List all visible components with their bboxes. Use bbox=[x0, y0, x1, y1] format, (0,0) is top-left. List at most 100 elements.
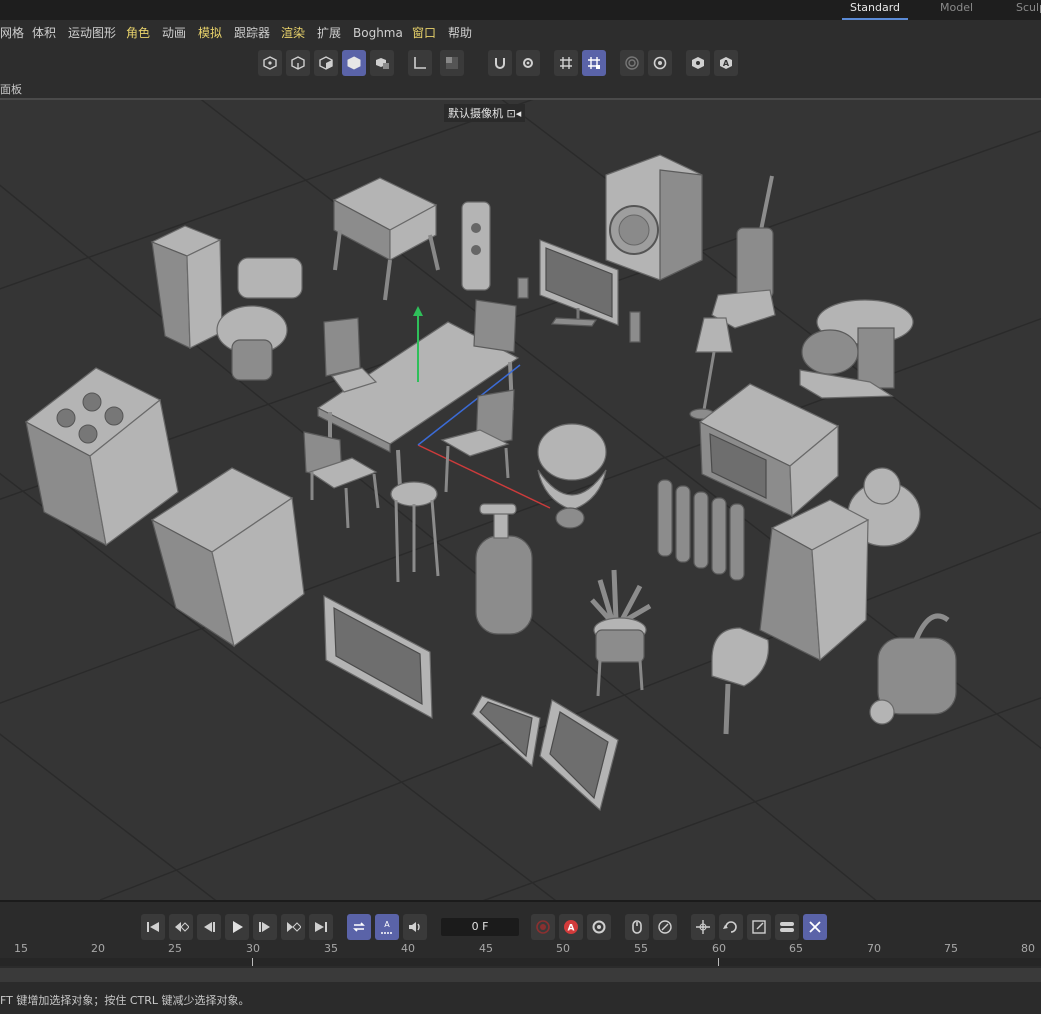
layout-tab-sculpt[interactable]: Sculp bbox=[1016, 0, 1041, 20]
loop-icon bbox=[353, 922, 365, 932]
view-button[interactable] bbox=[686, 50, 710, 76]
axis-button[interactable] bbox=[408, 50, 432, 76]
shower-cabinet-model[interactable] bbox=[150, 225, 223, 349]
texture-button[interactable] bbox=[440, 50, 464, 76]
prev-keyframe-button[interactable] bbox=[169, 914, 193, 940]
chair-model[interactable] bbox=[303, 431, 380, 529]
microwave-model[interactable] bbox=[698, 383, 840, 518]
go-to-start-button[interactable] bbox=[141, 914, 165, 940]
remote-control-model[interactable] bbox=[629, 311, 641, 343]
loop-button[interactable] bbox=[347, 914, 371, 940]
prev-frame-button[interactable] bbox=[197, 914, 221, 940]
panel-menu[interactable]: 面板 bbox=[0, 81, 22, 97]
edges-mode-button[interactable] bbox=[286, 50, 310, 76]
status-bar: FT 键增加选择对象；按住 CTRL 键减少选择对象。 bbox=[0, 990, 1041, 1014]
camera-label[interactable]: 默认摄像机 ⊡◂ bbox=[444, 104, 526, 122]
menu-animate[interactable]: 动画 bbox=[162, 20, 186, 46]
menu-simulate[interactable]: 模拟 bbox=[198, 20, 222, 46]
model-mode-icon bbox=[347, 56, 361, 70]
magnet-icon bbox=[495, 58, 505, 69]
table-lamp-model[interactable] bbox=[537, 423, 607, 529]
snap-enabled-button[interactable] bbox=[582, 50, 606, 76]
auto-key-mode-icon: A bbox=[381, 920, 393, 934]
menu-mograph[interactable]: 运动图形 bbox=[68, 20, 116, 46]
3d-viewport[interactable]: 默认摄像机 ⊡◂ bbox=[0, 100, 1041, 900]
rotate-key-button[interactable] bbox=[653, 914, 677, 940]
layout-bar: Standard Model Sculp bbox=[0, 0, 1041, 20]
picture-frame-model[interactable] bbox=[471, 695, 541, 768]
render-region-button[interactable] bbox=[620, 50, 644, 76]
mailbox-model[interactable] bbox=[711, 627, 770, 735]
chair-model[interactable] bbox=[440, 389, 515, 493]
current-frame-field[interactable]: 0 F bbox=[441, 918, 519, 936]
viewport-scene bbox=[0, 100, 1041, 900]
ruler-tick: 75 bbox=[944, 942, 958, 955]
toilet-model[interactable] bbox=[216, 257, 303, 381]
ruler-tick: 65 bbox=[789, 942, 803, 955]
play-icon bbox=[233, 921, 243, 933]
nightstand-model[interactable] bbox=[332, 177, 440, 301]
toggle-icon bbox=[780, 922, 794, 932]
chair-model[interactable] bbox=[473, 299, 517, 353]
polygons-mode-icon bbox=[319, 56, 333, 70]
menu-help[interactable]: 帮助 bbox=[448, 20, 472, 46]
next-keyframe-button[interactable] bbox=[281, 914, 305, 940]
speaker-model[interactable] bbox=[461, 201, 491, 291]
menu-boghma[interactable]: Boghma bbox=[353, 20, 403, 46]
menu-tracker[interactable]: 跟踪器 bbox=[234, 20, 270, 46]
grid-snap-icon bbox=[560, 57, 572, 69]
next-frame-icon bbox=[259, 922, 270, 932]
watering-can-model[interactable] bbox=[869, 613, 957, 725]
autokey-button[interactable]: A bbox=[559, 914, 583, 940]
keyframe-settings-button[interactable] bbox=[587, 914, 611, 940]
polygons-mode-button[interactable] bbox=[314, 50, 338, 76]
go-to-end-button[interactable] bbox=[309, 914, 333, 940]
bar-stool-model[interactable] bbox=[390, 481, 440, 583]
snap-settings-button[interactable] bbox=[516, 50, 540, 76]
magnet-button[interactable] bbox=[488, 50, 512, 76]
chair-model[interactable] bbox=[323, 317, 378, 393]
grid-snap-button[interactable] bbox=[554, 50, 578, 76]
ruler-tick: 45 bbox=[479, 942, 493, 955]
scale-key-button[interactable] bbox=[747, 914, 771, 940]
menu-extensions[interactable]: 扩展 bbox=[317, 20, 341, 46]
render-settings-icon bbox=[653, 56, 667, 70]
cross-key-button[interactable] bbox=[803, 914, 827, 940]
layout-tab-model[interactable]: Model bbox=[940, 0, 973, 20]
potted-plant-model[interactable] bbox=[590, 569, 652, 697]
auto-button[interactable]: A bbox=[714, 50, 738, 76]
render-settings-button[interactable] bbox=[648, 50, 672, 76]
menu-character[interactable]: 角色 bbox=[126, 20, 150, 46]
radiator-model[interactable] bbox=[657, 479, 745, 581]
washing-machine-model[interactable] bbox=[605, 154, 703, 281]
tv-monitor-model[interactable] bbox=[517, 239, 619, 327]
points-mode-button[interactable] bbox=[258, 50, 282, 76]
sound-icon bbox=[409, 922, 420, 932]
toggle-button[interactable] bbox=[775, 914, 799, 940]
x-axis-handle[interactable] bbox=[417, 444, 551, 509]
wall-panel-model[interactable] bbox=[323, 594, 433, 720]
menu-window[interactable]: 窗口 bbox=[412, 20, 436, 46]
menu-mesh[interactable]: 网格 bbox=[0, 20, 24, 46]
go-to-end-icon bbox=[315, 922, 327, 932]
object-axis-button[interactable] bbox=[370, 50, 394, 76]
picture-frame-model[interactable] bbox=[539, 699, 619, 812]
move-key-button[interactable] bbox=[691, 914, 715, 940]
play-button[interactable] bbox=[225, 914, 249, 940]
mouse-key-button[interactable] bbox=[625, 914, 649, 940]
vacuum-cleaner-model[interactable] bbox=[711, 175, 776, 329]
timeline-scrubber[interactable] bbox=[0, 968, 1041, 982]
refrigerator-model[interactable] bbox=[759, 499, 870, 662]
ruler-tick: 60 bbox=[712, 942, 726, 955]
sound-button[interactable] bbox=[403, 914, 427, 940]
model-mode-button[interactable] bbox=[342, 50, 366, 76]
rotate-button[interactable] bbox=[719, 914, 743, 940]
auto-key-mode-button[interactable]: A bbox=[375, 914, 399, 940]
record-button[interactable] bbox=[531, 914, 555, 940]
menu-render[interactable]: 渲染 bbox=[281, 20, 305, 46]
layout-tab-standard[interactable]: Standard bbox=[841, 0, 909, 20]
timeline-ruler[interactable] bbox=[0, 958, 1041, 966]
stand-mixer-model[interactable] bbox=[799, 299, 914, 399]
menu-volume[interactable]: 体积 bbox=[32, 20, 56, 46]
next-frame-button[interactable] bbox=[253, 914, 277, 940]
